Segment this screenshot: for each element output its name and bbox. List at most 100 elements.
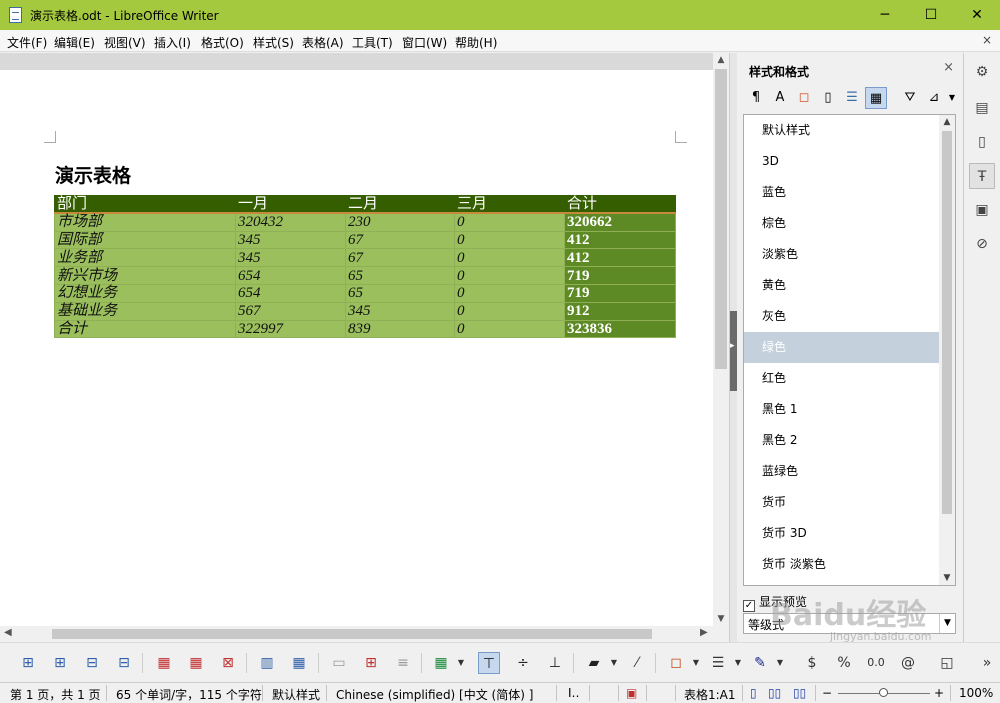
menu-insert[interactable]: 插入(I) [154,34,191,51]
sidebar-splitter[interactable] [729,53,738,642]
list-item[interactable]: 黑色 1 [744,394,940,425]
table-total-cell[interactable]: 323836 [564,319,676,339]
insert-caption-icon[interactable]: ◱ [936,652,958,674]
list-item[interactable]: 货币 [744,487,940,518]
table-header-cell[interactable]: 二月 [345,195,455,215]
table-total-cell[interactable]: 912 [564,301,676,321]
menu-window[interactable]: 窗口(W) [402,34,447,51]
table-header-cell[interactable]: 部门 [54,195,236,215]
list-item[interactable]: 黄色 [744,270,940,301]
delete-columns-icon[interactable]: ▦ [185,652,207,674]
scrollbar-thumb[interactable] [715,69,727,369]
table-cell-background-icon[interactable]: ▰ [583,652,605,674]
menu-format[interactable]: 格式(O) [201,34,244,51]
center-vertically-icon[interactable]: ÷ [512,652,534,674]
document-table[interactable]: 部门 一月 二月 三月 合计 市场部 320432 230 0 320662 国… [54,195,676,339]
table-cell[interactable]: 345 [235,248,346,268]
table-cell[interactable]: 市场部 [54,212,236,232]
table-cell[interactable]: 65 [345,266,455,285]
navigator-deck-icon[interactable]: ⊘ [969,231,995,257]
zoom-out-icon[interactable]: − [822,686,832,700]
document-vertical-scrollbar[interactable]: ▲ ▼ [713,53,729,626]
menu-view[interactable]: 视图(V) [104,34,146,51]
table-cell[interactable]: 新兴市场 [54,266,236,285]
chevron-down-icon[interactable]: ▼ [733,652,743,674]
chevron-down-icon[interactable]: ▼ [941,87,963,109]
scroll-up-icon[interactable]: ▲ [939,117,955,127]
properties-deck-icon[interactable]: ▤ [969,95,995,121]
menu-tools[interactable]: 工具(T) [352,34,393,51]
maximize-button[interactable]: ☐ [908,0,954,30]
menu-styles[interactable]: 样式(S) [253,34,294,51]
chevron-down-icon[interactable]: ▼ [939,614,955,633]
split-cells-icon[interactable]: ⊞ [360,652,382,674]
list-item[interactable]: 黑色 2 [744,425,940,456]
document-horizontal-scrollbar[interactable]: ◀ ▶ [0,626,713,642]
chevron-down-icon[interactable]: ▼ [691,652,701,674]
list-item-selected[interactable]: 绿色 [744,332,940,363]
page-count[interactable]: 第 1 页，共 1 页 [10,686,101,703]
table-cell[interactable]: 654 [235,266,346,285]
list-item[interactable]: 3D [744,146,940,177]
table-cell[interactable]: 幻想业务 [54,283,236,303]
table-cell[interactable]: 0 [454,283,565,303]
merge-cells-icon[interactable]: ▭ [328,652,350,674]
table-total-cell[interactable]: 719 [564,266,676,285]
text-language[interactable]: Chinese (simplified) [中文 (简体) ] [336,686,533,703]
list-item[interactable]: 货币 淡紫色 [744,549,940,580]
table-cell-address[interactable]: 表格1:A1 [684,686,736,703]
sidebar-close-icon[interactable]: × [943,60,954,75]
zoom-in-icon[interactable]: + [934,686,944,700]
table-cell[interactable]: 0 [454,301,565,321]
scroll-right-icon[interactable]: ▶ [700,627,708,638]
menu-file[interactable]: 文件(F) [7,34,47,51]
list-styles-icon[interactable]: ☰ [841,87,863,109]
delete-table-icon[interactable]: ⊠ [217,652,239,674]
table-cell[interactable]: 0 [454,319,565,339]
insert-rows-above-icon[interactable]: ⊞ [17,652,39,674]
table-cell[interactable]: 67 [345,230,455,250]
sidebar-settings-icon[interactable]: ⚙ [969,59,995,85]
document-heading[interactable]: 演示表格 [55,161,131,188]
scroll-left-icon[interactable]: ◀ [4,627,12,638]
menu-table[interactable]: 表格(A) [302,34,344,51]
table-autoformat-icon[interactable]: ▦ [430,652,452,674]
close-document-icon[interactable]: × [982,33,992,47]
select-cell-icon[interactable]: ▥ [256,652,278,674]
select-table-icon[interactable]: ▦ [288,652,310,674]
style-list-scrollbar[interactable]: ▲ ▼ [939,115,955,585]
table-cell[interactable]: 国际部 [54,230,236,250]
gallery-deck-icon[interactable]: ▣ [969,197,995,223]
number-format-icon[interactable]: @ [897,652,919,674]
table-cell[interactable]: 0 [454,266,565,285]
align-bottom-icon[interactable]: ⊥ [544,652,566,674]
table-header-cell[interactable]: 三月 [454,195,565,215]
list-item[interactable]: 蓝色 [744,177,940,208]
list-item[interactable]: 蓝绿色 [744,456,940,487]
table-cell[interactable]: 0 [454,212,565,232]
table-cell[interactable]: 345 [235,230,346,250]
more-options-icon[interactable]: » [980,652,994,674]
list-item[interactable]: 默认样式 [744,115,940,146]
table-cell[interactable]: 322997 [235,319,346,339]
scroll-up-icon[interactable]: ▲ [713,55,729,65]
table-cell[interactable]: 基础业务 [54,301,236,321]
document-canvas[interactable]: 演示表格 部门 一月 二月 三月 合计 市场部 320432 230 0 320… [0,53,713,626]
frame-styles-icon[interactable]: ◻ [793,87,815,109]
word-count[interactable]: 65 个单词/字，115 个字符 [116,686,262,703]
decimal-format-icon[interactable]: 0.0 [865,652,887,674]
page-style[interactable]: 默认样式 [272,686,320,703]
chevron-down-icon[interactable]: ▼ [456,652,466,674]
scrollbar-thumb[interactable] [942,131,952,514]
document-modified-icon[interactable]: ▣ [626,686,637,700]
currency-format-icon[interactable]: $ [801,652,823,674]
style-list[interactable]: 默认样式 3D 蓝色 棕色 淡紫色 黄色 灰色 绿色 红色 黑色 1 黑色 2 … [743,114,956,586]
scroll-down-icon[interactable]: ▼ [939,573,955,583]
table-cell[interactable]: 345 [345,301,455,321]
table-cell[interactable]: 67 [345,248,455,268]
paragraph-styles-icon[interactable]: ¶ [745,87,767,109]
menu-edit[interactable]: 编辑(E) [54,34,95,51]
character-styles-icon[interactable]: A [769,87,791,109]
close-window-button[interactable]: ✕ [954,0,1000,30]
list-item[interactable]: 灰色 [744,301,940,332]
